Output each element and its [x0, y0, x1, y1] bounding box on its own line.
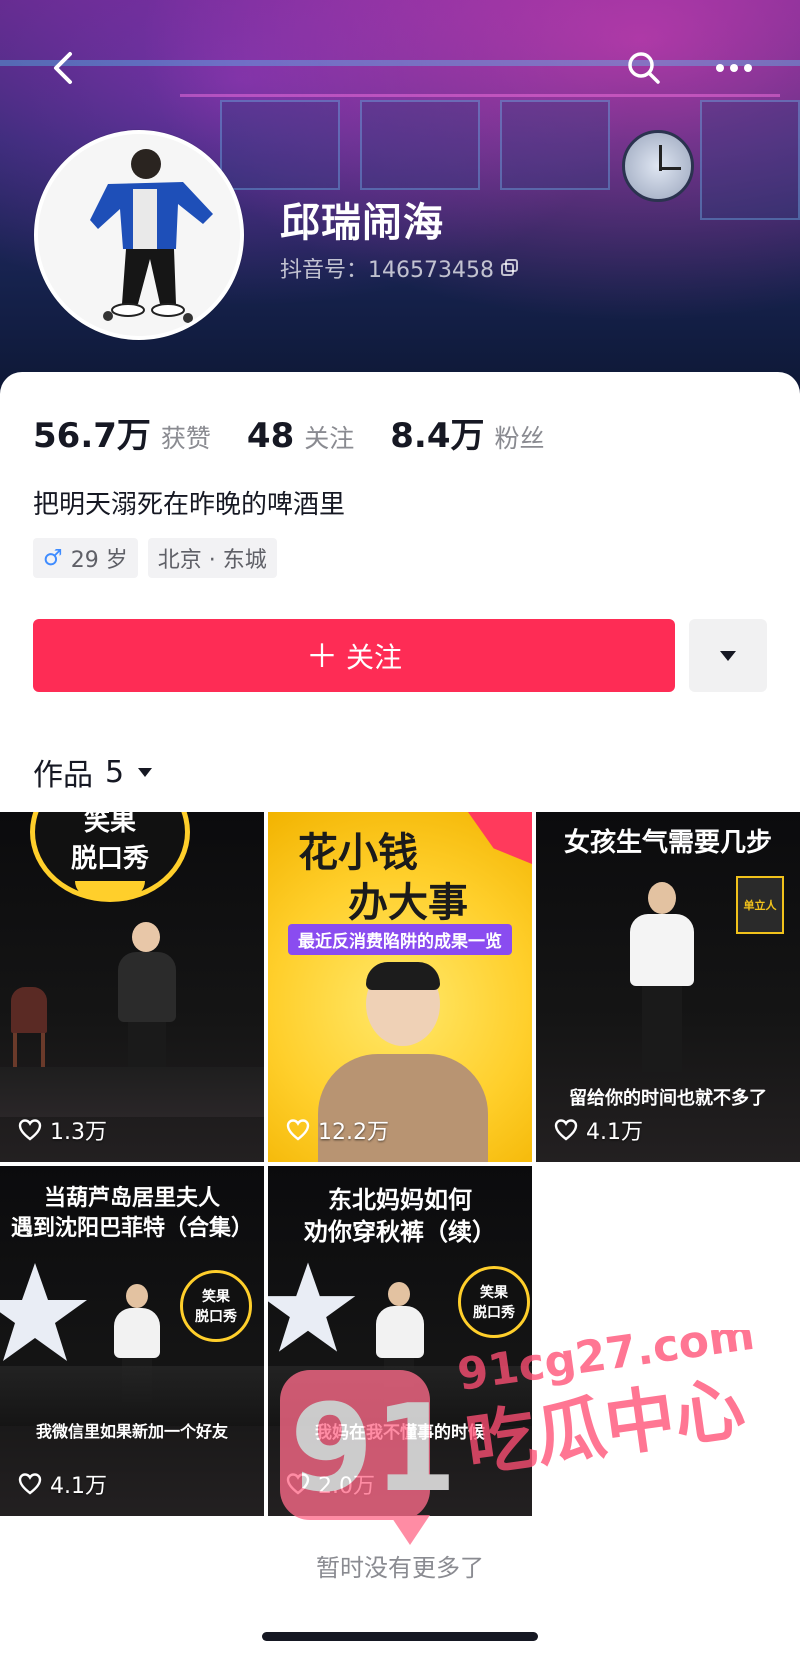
plus-icon: ＋	[305, 636, 338, 675]
video-title: 当葫芦岛居里夫人	[43, 1186, 220, 1211]
male-icon: ♂	[43, 545, 63, 571]
xiaoguo-logo: 笑果 脱口秀	[30, 812, 190, 902]
home-indicator[interactable]	[262, 1632, 538, 1641]
back-button[interactable]	[40, 44, 88, 92]
video-thumbnail[interactable]: 东北妈妈如何 劝你穿秋裤（续） 笑果 脱口秀 我妈在我不懂事的时候 2.0万	[268, 1166, 532, 1516]
douyin-id-row[interactable]: 抖音号：146573458	[280, 252, 520, 284]
gender-age-tag: ♂ 29 岁	[33, 538, 138, 578]
stat-label: 粉丝	[494, 424, 545, 453]
video-subtitle: 我微信里如果新加一个好友	[35, 1422, 228, 1441]
banner-clock	[622, 130, 694, 202]
xiaoguo-logo: 笑果 脱口秀	[180, 1270, 252, 1342]
heart-icon	[18, 1473, 42, 1495]
video-thumbnail[interactable]: 笑果 脱口秀 1.3万	[0, 812, 264, 1162]
audience	[0, 1366, 264, 1426]
no-more-content-text: 暂时没有更多了	[316, 1554, 484, 1582]
star-icon	[268, 1262, 356, 1352]
likes-value: 2.0万	[318, 1474, 375, 1499]
logo-text: 脱口秀	[195, 1309, 237, 1325]
nickname: 邱瑞闹海	[280, 200, 444, 246]
follow-button[interactable]: ＋ 关注	[33, 619, 675, 692]
banner-window	[500, 100, 610, 190]
search-button[interactable]	[620, 44, 668, 92]
caret-down-icon	[138, 768, 153, 777]
video-subtitle: 留给你的时间也就不多了	[569, 1088, 767, 1109]
more-options-button[interactable]	[710, 44, 758, 92]
banner-neon-stripe	[180, 94, 780, 97]
star-icon	[0, 1263, 87, 1361]
likes-count: 4.1万	[554, 1114, 643, 1146]
logo-text: 笑果	[83, 812, 136, 837]
stat-label: 获赞	[160, 424, 211, 453]
more-horizontal-icon	[716, 64, 752, 72]
heart-icon	[286, 1473, 310, 1495]
likes-count: 4.1万	[18, 1468, 107, 1500]
video-title: 遇到沈阳巴菲特（合集）	[10, 1216, 253, 1241]
avatar-person-illustration	[38, 134, 240, 336]
profile-tags: ♂ 29 岁 北京 · 东城	[33, 538, 277, 578]
likes-value: 4.1万	[50, 1474, 107, 1499]
chevron-left-icon	[54, 52, 72, 84]
stat-label: 关注	[304, 424, 355, 453]
likes-count: 1.3万	[18, 1114, 107, 1146]
avatar[interactable]	[34, 130, 244, 340]
likes-value: 4.1万	[586, 1120, 643, 1145]
works-tab-label: 作品	[33, 758, 93, 793]
banner-window	[220, 100, 340, 190]
video-title: 东北妈妈如何	[328, 1186, 472, 1214]
video-title: 办大事	[348, 880, 468, 926]
copy-icon[interactable]	[500, 258, 520, 278]
stats-row: 56.7万 获赞 48 关注 8.4万 粉丝	[33, 408, 581, 457]
video-title: 女孩生气需要几步	[563, 828, 772, 858]
venue-badge: 单立人	[736, 876, 784, 934]
likes-value: 12.2万	[318, 1120, 389, 1145]
bio: 把明天溺死在昨晚的啤酒里	[33, 490, 346, 520]
video-thumbnail[interactable]: 当葫芦岛居里夫人 遇到沈阳巴菲特（合集） 笑果 脱口秀 我微信里如果新加一个好友…	[0, 1166, 264, 1516]
age-text: 29 岁	[70, 548, 128, 573]
audience	[268, 1366, 532, 1426]
logo-text: 笑果	[202, 1289, 230, 1305]
follow-more-button[interactable]	[689, 619, 767, 692]
heart-icon	[18, 1119, 42, 1141]
stat-following[interactable]: 48 关注	[247, 416, 354, 456]
likes-count: 12.2万	[286, 1114, 389, 1146]
video-title: 劝你穿秋裤（续）	[304, 1218, 496, 1246]
logo-smile	[75, 881, 145, 897]
likes-value: 1.3万	[50, 1120, 107, 1145]
works-count: 5	[105, 754, 125, 790]
stat-likes[interactable]: 56.7万 获赞	[33, 408, 211, 457]
logo-text: 脱口秀	[473, 1305, 515, 1321]
video-thumbnail[interactable]: 女孩生气需要几步 单立人 留给你的时间也就不多了 4.1万	[536, 812, 800, 1162]
heart-icon	[554, 1119, 578, 1141]
caret-down-icon	[720, 650, 736, 661]
banner-neon-stripe	[0, 60, 800, 66]
stat-value: 48	[246, 416, 295, 456]
video-subtitle: 最近反消费陷阱的成果一览	[288, 924, 512, 955]
video-subtitle: 我妈在我不懂事的时候	[315, 1423, 485, 1443]
stat-value: 56.7万	[33, 416, 151, 456]
xiaoguo-logo: 笑果 脱口秀	[458, 1266, 530, 1338]
banner-window	[700, 100, 800, 220]
follow-label: 关注	[346, 640, 403, 674]
likes-count: 2.0万	[286, 1468, 375, 1500]
banner-window	[360, 100, 480, 190]
location-text: 北京 · 东城	[157, 548, 267, 573]
douyin-id: 抖音号：146573458	[280, 258, 494, 283]
stat-followers[interactable]: 8.4万 粉丝	[390, 408, 544, 457]
stage-floor	[0, 1067, 264, 1117]
tab-works[interactable]: 作品 5	[33, 750, 154, 794]
video-thumbnail[interactable]: 花小钱 办大事 最近反消费陷阱的成果一览 12.2万	[268, 812, 532, 1162]
logo-text: 脱口秀	[70, 844, 149, 874]
comedian-figure	[624, 882, 700, 1072]
stat-value: 8.4万	[390, 416, 485, 456]
location-tag: 北京 · 东城	[147, 538, 277, 578]
heart-icon	[286, 1119, 310, 1141]
logo-text: 笑果	[480, 1285, 508, 1301]
search-icon	[628, 52, 660, 84]
